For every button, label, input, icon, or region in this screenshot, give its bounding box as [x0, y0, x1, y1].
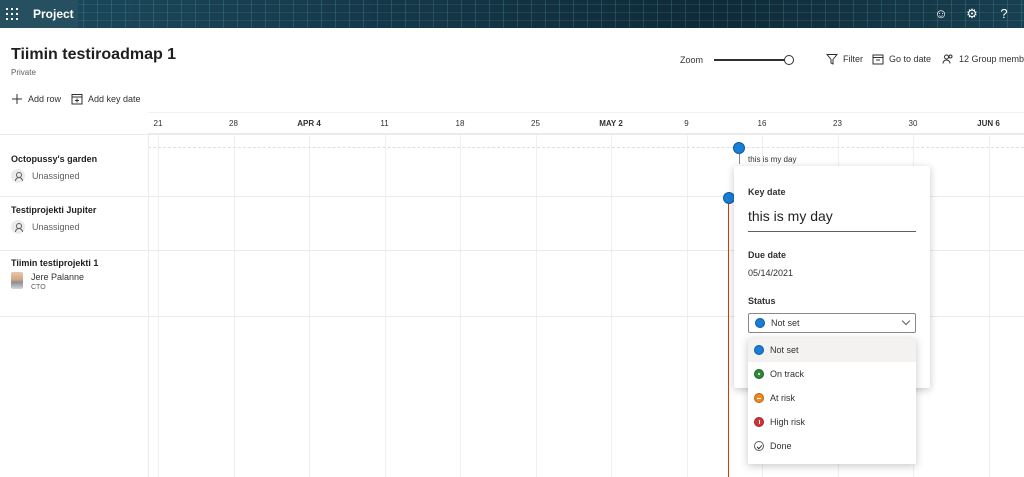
check-circle-icon — [754, 441, 764, 451]
assignee-name: Jere Palanne — [31, 272, 85, 282]
timeline-tick: 30 — [908, 119, 918, 128]
plus-icon — [11, 93, 23, 105]
row-name[interactable]: Octopussy's garden — [11, 154, 97, 164]
status-dropdown: Not set On track At risk High risk Done — [748, 338, 916, 464]
timeline-tick: APR 4 — [297, 119, 321, 128]
status-option-at-risk[interactable]: At risk — [748, 386, 916, 410]
group-members-label: 12 Group memb — [959, 54, 1024, 64]
due-date-label: Due date — [748, 250, 787, 260]
add-calendar-icon — [71, 93, 83, 105]
blue-circle-icon — [755, 318, 765, 328]
status-option-not-set[interactable]: Not set — [748, 338, 916, 362]
go-to-date-label: Go to date — [889, 54, 932, 64]
row-guide-line — [148, 147, 1024, 148]
zoom-label: Zoom — [680, 55, 704, 65]
timeline-tick: JUN 6 — [977, 119, 1000, 128]
red-circle-icon — [754, 417, 764, 427]
people-icon — [942, 53, 954, 65]
assignee-info: Jere Palanne CTO — [31, 272, 84, 291]
grid-line — [988, 134, 990, 477]
orange-circle-icon — [754, 393, 764, 403]
status-option-on-track[interactable]: On track — [748, 362, 916, 386]
grid-line — [309, 134, 310, 477]
add-row-label: Add row — [28, 94, 62, 104]
grid-line — [158, 134, 159, 477]
go-to-date-button[interactable]: Go to date — [872, 53, 931, 65]
status-option-high-risk[interactable]: High risk — [748, 410, 916, 434]
grid-line — [460, 134, 461, 477]
filter-icon — [825, 53, 839, 65]
add-key-date-label: Add key date — [88, 94, 141, 104]
group-members-button[interactable]: 12 Group memb — [942, 53, 1024, 65]
key-date-title-input[interactable]: this is my day — [748, 208, 916, 232]
assignee-role: CTO — [31, 284, 46, 291]
app-launcher-icon[interactable] — [6, 8, 18, 20]
status-select-value: Not set — [771, 318, 800, 328]
person-icon — [11, 220, 25, 234]
header-separator — [0, 134, 1024, 135]
person-icon — [11, 169, 25, 183]
timeline-tick: 9 — [684, 119, 689, 128]
row-assignee[interactable]: Unassigned — [11, 169, 80, 183]
key-date-marker[interactable] — [733, 142, 745, 154]
row-assignee[interactable]: Unassigned — [11, 220, 80, 234]
emoji-feedback-icon[interactable]: ☺ — [933, 6, 949, 22]
grid-line — [384, 134, 386, 477]
assignee-label: Unassigned — [32, 222, 80, 232]
status-option-label: At risk — [770, 393, 796, 403]
timeline-tick: 16 — [757, 119, 767, 128]
timeline-tick: 23 — [833, 119, 842, 128]
due-date-value[interactable]: 05/14/2021 — [748, 268, 793, 278]
timeline-tick: 21 — [153, 119, 163, 128]
status-option-label: Not set — [770, 345, 799, 355]
app-name[interactable]: Project — [33, 7, 74, 21]
settings-gear-icon[interactable]: ⚙ — [964, 6, 980, 22]
timeline-tick: 11 — [380, 119, 389, 128]
chevron-down-icon — [901, 316, 911, 326]
assignee-label: Unassigned — [32, 171, 80, 181]
grid-line — [535, 134, 537, 477]
timeline-tick: 28 — [229, 119, 238, 128]
status-option-done[interactable]: Done — [748, 434, 916, 458]
status-option-label: Done — [770, 441, 792, 451]
zoom-slider[interactable] — [714, 55, 794, 65]
zoom-slider-thumb[interactable] — [784, 55, 794, 65]
row-name[interactable]: Testiprojekti Jupiter — [11, 205, 96, 215]
add-row-button[interactable]: Add row — [11, 93, 61, 105]
grid-line — [233, 134, 235, 477]
timeline-tick: MAY 2 — [599, 119, 623, 128]
zoom-slider-track[interactable] — [714, 59, 788, 61]
row-assignee[interactable]: Jere Palanne CTO — [11, 272, 84, 291]
grid-line — [686, 134, 688, 477]
today-line — [728, 196, 729, 477]
add-key-date-button[interactable]: Add key date — [71, 93, 141, 105]
key-date-stem — [739, 154, 740, 164]
timeline-header: 21 28 APR 4 11 18 25 MAY 2 9 16 23 30 JUN 6 — [148, 112, 1024, 134]
status-option-label: On track — [770, 369, 805, 379]
status-select[interactable]: Not set — [748, 313, 916, 333]
key-date-label[interactable]: this is my day — [748, 155, 796, 164]
filter-label: Filter — [843, 54, 863, 64]
app-header: Project ☺ ⚙ ? — [0, 0, 1024, 28]
status-option-label: High risk — [770, 417, 806, 427]
calendar-icon — [872, 53, 884, 65]
green-circle-icon — [754, 369, 764, 379]
status-label: Status — [748, 296, 776, 306]
timeline-tick: 18 — [455, 119, 465, 128]
grid-line — [611, 134, 612, 477]
roadmap-title[interactable]: Tiimin testiroadmap 1 — [11, 46, 176, 64]
panel-header: Key date — [748, 187, 786, 197]
help-icon[interactable]: ? — [996, 6, 1012, 22]
privacy-label: Private — [11, 68, 36, 77]
filter-button[interactable]: Filter — [825, 53, 863, 65]
blue-circle-icon — [754, 345, 764, 355]
row-name[interactable]: Tiimin testiprojekti 1 — [11, 258, 98, 268]
row-header-separator — [148, 134, 149, 477]
avatar — [11, 272, 23, 289]
timeline-tick: 25 — [531, 119, 540, 128]
